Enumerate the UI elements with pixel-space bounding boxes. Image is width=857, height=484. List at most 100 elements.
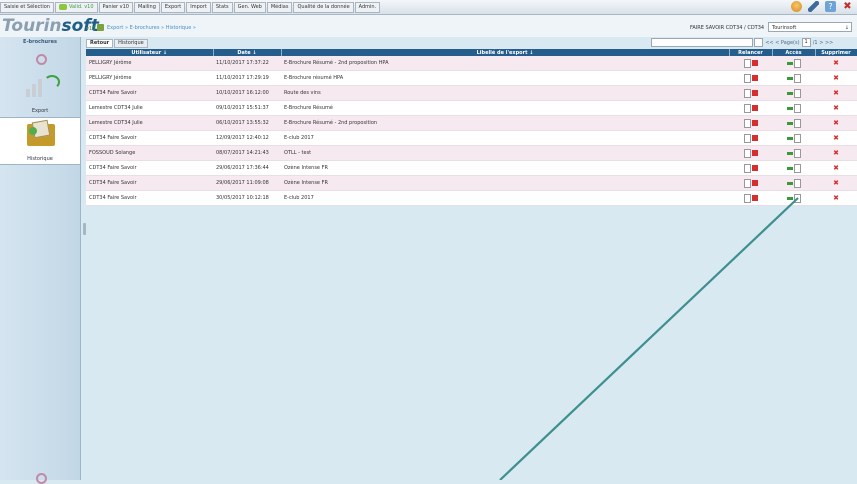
- access-action[interactable]: [772, 145, 815, 161]
- menu-item-saisie-et-s-lection[interactable]: Saisie et Sélection: [0, 2, 54, 13]
- search-input[interactable]: [651, 38, 753, 47]
- document-icon: [793, 103, 801, 113]
- delete-action[interactable]: ✖: [815, 175, 857, 191]
- menu-item-import[interactable]: Import: [186, 2, 211, 13]
- help-icon[interactable]: ?: [825, 1, 836, 12]
- table-row[interactable]: PELLIGRY Jérôme 11/10/2017 17:29:19 E-Broc…: [86, 70, 857, 86]
- access-action[interactable]: [772, 100, 815, 116]
- access-action[interactable]: [772, 85, 815, 101]
- delete-action[interactable]: ✖: [815, 130, 857, 146]
- access-action[interactable]: [772, 130, 815, 146]
- pager-prev[interactable]: << < Page(s): [765, 40, 799, 46]
- table-row[interactable]: CDT34 Faire Savoir 12/09/2017 12:40:12 E-c…: [86, 130, 857, 146]
- tab-historique[interactable]: Historique: [114, 39, 148, 48]
- relancer-action[interactable]: [729, 70, 772, 86]
- menu-item-stats[interactable]: Stats: [211, 2, 233, 13]
- tab-retour[interactable]: Retour: [86, 39, 114, 48]
- relancer-action[interactable]: [729, 115, 772, 131]
- col-header-date[interactable]: Date ↓: [213, 49, 282, 56]
- close-icon[interactable]: ✖: [842, 1, 853, 12]
- pdf-icon[interactable]: [751, 195, 758, 201]
- table-row[interactable]: PELLIGRY Jérôme 11/10/2017 17:37:22 E-Broc…: [86, 56, 857, 71]
- delete-action[interactable]: ✖: [815, 190, 857, 206]
- document-icon: [793, 163, 801, 173]
- pdf-icon[interactable]: [751, 105, 758, 111]
- pager-first-input[interactable]: [754, 38, 764, 47]
- menu-item-panier-v10[interactable]: Panier v10: [98, 2, 133, 13]
- table-row[interactable]: FOSSOUD Solange 08/07/2017 14:21:43 OTLL -…: [86, 145, 857, 161]
- menu-item-qualit-de-la-donn-e[interactable]: Qualité de la donnée: [293, 2, 354, 13]
- col-header-relancer: Relancer: [729, 49, 773, 56]
- menu-item-admin[interactable]: Admin.: [354, 2, 381, 13]
- home-icon[interactable]: [97, 24, 104, 31]
- site-select[interactable]: Tourinsoft ↓: [768, 22, 852, 32]
- menu-item-export[interactable]: Export: [160, 2, 186, 13]
- export-history-table: Utilisateur ↓ Date ↓ Libellé de l'export…: [86, 49, 857, 206]
- menu-item-label: Qualité de la donnée: [297, 4, 350, 10]
- page-number-input[interactable]: 1: [801, 38, 811, 47]
- app-header: Tourinsoft v10 Export » E-brochures » Hi…: [0, 15, 857, 37]
- pager: << < Page(s) 1 /1 > >>: [754, 38, 833, 47]
- cell-user: CDT34 Faire Savoir: [86, 175, 213, 191]
- pdf-icon[interactable]: [751, 120, 758, 126]
- pdf-icon[interactable]: [751, 90, 758, 96]
- folder-icon: [27, 119, 55, 146]
- access-action[interactable]: [772, 175, 815, 191]
- access-action[interactable]: [772, 56, 815, 71]
- pager-next[interactable]: /1 > >>: [813, 40, 834, 46]
- relancer-action[interactable]: [729, 145, 772, 161]
- access-action[interactable]: [772, 160, 815, 176]
- pdf-icon[interactable]: [751, 75, 758, 81]
- menu-item-valid-v10[interactable]: Valid. v10: [54, 2, 98, 13]
- delete-icon: ✖: [833, 59, 839, 67]
- delete-icon: ✖: [833, 149, 839, 157]
- access-action[interactable]: [772, 115, 815, 131]
- pdf-icon[interactable]: [751, 180, 758, 186]
- pen-icon[interactable]: [808, 1, 819, 12]
- pdf-icon[interactable]: [751, 150, 758, 156]
- delete-action[interactable]: ✖: [815, 115, 857, 131]
- table-row[interactable]: CDT34 Faire Savoir 10/10/2017 16:12:00 Rou…: [86, 85, 857, 101]
- document-icon: [743, 148, 751, 158]
- cell-user: PELLIGRY Jérôme: [86, 56, 213, 71]
- relancer-action[interactable]: [729, 85, 772, 101]
- relancer-action[interactable]: [729, 100, 772, 116]
- sidebar-item-export[interactable]: Export: [0, 70, 80, 116]
- delete-action[interactable]: ✖: [815, 56, 857, 71]
- sidebar-item-historique[interactable]: Historique: [0, 117, 80, 165]
- col-header-utilisateur[interactable]: Utilisateur ↓: [86, 49, 214, 56]
- table-row[interactable]: CDT34 Faire Savoir 29/06/2017 17:36:44 Ozè…: [86, 160, 857, 176]
- relancer-action[interactable]: [729, 130, 772, 146]
- table-row[interactable]: Lemestre CDT34 Julie 09/10/2017 15:51:37 E…: [86, 100, 857, 116]
- pdf-icon[interactable]: [751, 135, 758, 141]
- cell-label: Ozène Intense FR: [281, 160, 729, 176]
- delete-action[interactable]: ✖: [815, 160, 857, 176]
- pdf-icon[interactable]: [751, 165, 758, 171]
- delete-action[interactable]: ✖: [815, 85, 857, 101]
- menu-item-mailing[interactable]: Mailing: [134, 2, 160, 13]
- delete-action[interactable]: ✖: [815, 100, 857, 116]
- menu-item-label: Panier v10: [102, 4, 129, 10]
- menu-item-gen-web[interactable]: Gen. Web: [233, 2, 266, 13]
- relancer-action[interactable]: [729, 190, 772, 206]
- tourinsoft-logo: Tourinsoft: [2, 16, 99, 36]
- table-row[interactable]: CDT34 Faire Savoir 30/05/2017 10:12:18 E-c…: [86, 190, 857, 206]
- menu-item-m-dias[interactable]: Médias: [266, 2, 293, 13]
- arrow-right-icon: [786, 91, 793, 95]
- breadcrumb[interactable]: Export » E-brochures » Historique »: [107, 25, 196, 31]
- cell-date: 09/10/2017 15:51:37: [213, 100, 281, 116]
- access-action[interactable]: [772, 190, 815, 206]
- pdf-icon[interactable]: [751, 60, 758, 66]
- table-row[interactable]: CDT34 Faire Savoir 29/06/2017 11:09:08 Ozè…: [86, 175, 857, 191]
- table-row[interactable]: Lemestre CDT34 Julie 06/10/2017 13:55:32 E…: [86, 115, 857, 131]
- site-select-value: Tourinsoft: [772, 25, 797, 31]
- user-icon[interactable]: [791, 1, 802, 12]
- relancer-action[interactable]: [729, 160, 772, 176]
- access-action[interactable]: [772, 70, 815, 86]
- col-header-libelle[interactable]: Libellé de l'export ↓: [281, 49, 730, 56]
- relancer-action[interactable]: [729, 175, 772, 191]
- delete-action[interactable]: ✖: [815, 70, 857, 86]
- menu-item-label: Export: [164, 4, 182, 10]
- relancer-action[interactable]: [729, 56, 772, 71]
- delete-action[interactable]: ✖: [815, 145, 857, 161]
